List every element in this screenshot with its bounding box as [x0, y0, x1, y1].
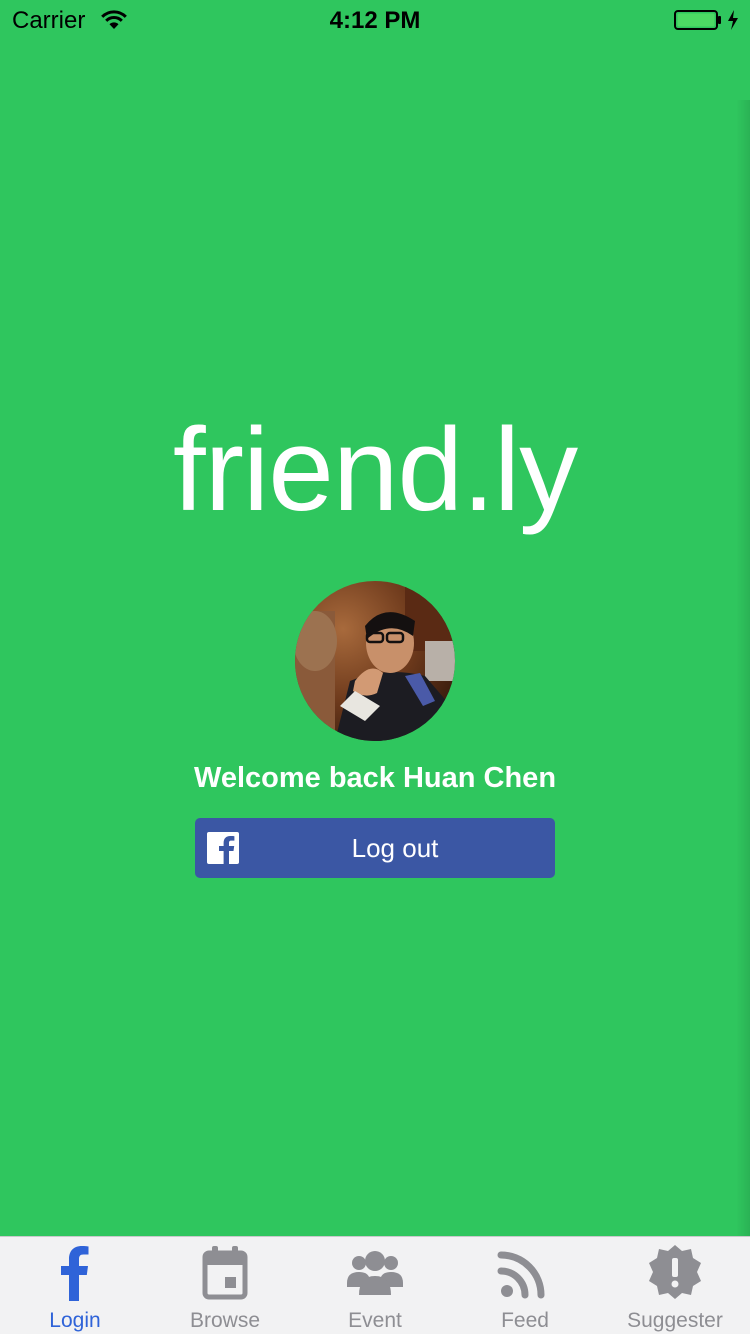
tab-event[interactable]: Event [300, 1237, 450, 1334]
welcome-message: Welcome back Huan Chen [193, 762, 557, 794]
tab-label-feed: Feed [501, 1309, 549, 1332]
tab-bar: Login Browse Event Feed Suggester [0, 1236, 750, 1334]
tab-label-event: Event [348, 1309, 402, 1332]
calendar-icon [202, 1246, 248, 1300]
facebook-icon [61, 1246, 89, 1301]
tab-label-suggester: Suggester [627, 1309, 723, 1332]
tab-suggester[interactable]: Suggester [600, 1237, 750, 1334]
edge-shadow [736, 100, 750, 1236]
tab-browse[interactable]: Browse [150, 1237, 300, 1334]
tab-label-login: Login [49, 1309, 101, 1332]
tab-feed[interactable]: Feed [450, 1237, 600, 1334]
charging-bolt-icon [728, 10, 738, 30]
logout-button[interactable]: Log out [195, 818, 555, 878]
tab-label-browse: Browse [189, 1309, 261, 1332]
tab-login[interactable]: Login [0, 1237, 150, 1334]
logout-label: Log out [351, 833, 439, 863]
profile-avatar [295, 581, 455, 741]
clock: 4:12 PM [329, 7, 421, 34]
alert-badge-icon [649, 1245, 701, 1299]
battery-icon [674, 10, 721, 30]
rss-icon [497, 1251, 545, 1299]
status-bar: Carrier 4:12 PM [0, 0, 750, 40]
app-logo: friend.ly [172, 404, 578, 536]
group-icon [347, 1251, 403, 1295]
